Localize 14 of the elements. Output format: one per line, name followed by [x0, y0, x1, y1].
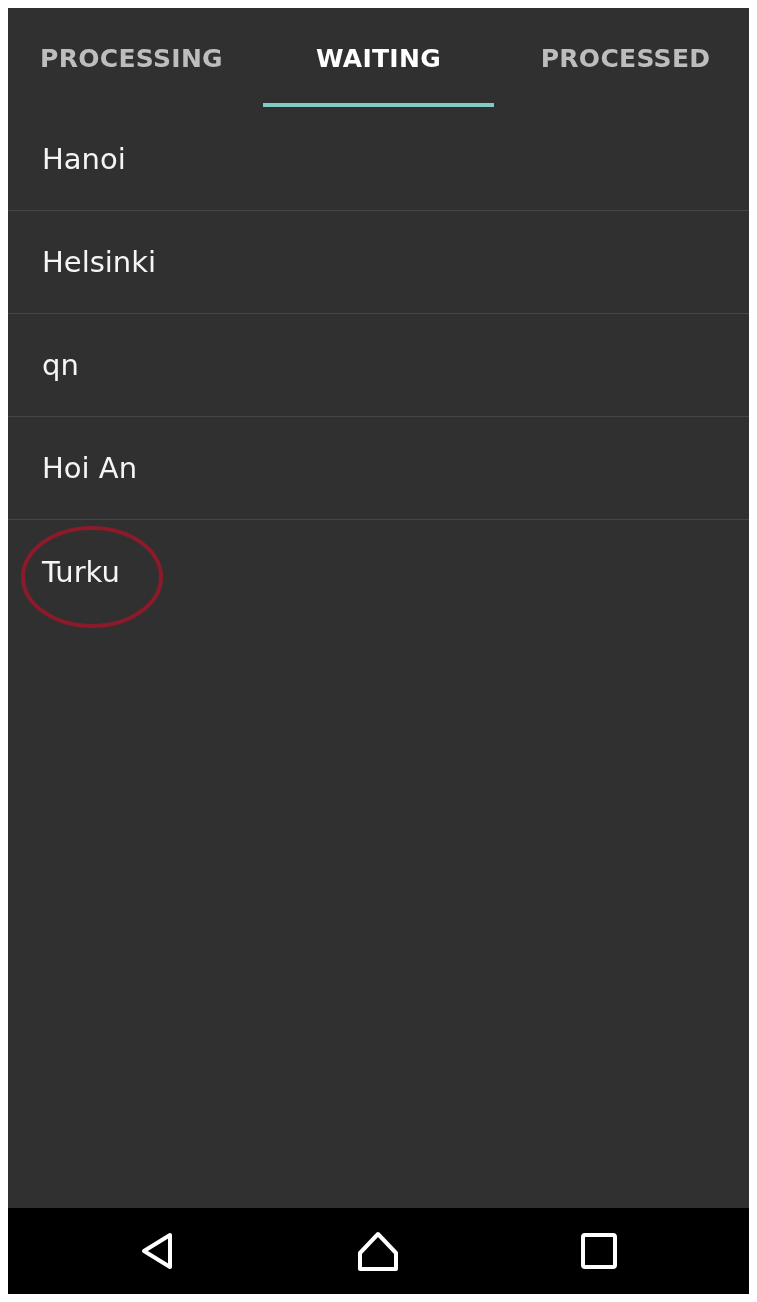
tab[interactable]: PROCESSING	[8, 8, 255, 108]
tab[interactable]: WAITING	[255, 8, 502, 108]
list-item[interactable]: Hoi An	[8, 417, 749, 520]
list-item[interactable]: Helsinki	[8, 211, 749, 314]
list-item[interactable]: Hanoi	[8, 108, 749, 211]
city-name: Helsinki	[42, 245, 157, 279]
home-icon[interactable]	[356, 1229, 401, 1273]
city-name: Turku	[42, 554, 120, 589]
city-name: Hanoi	[42, 142, 126, 176]
tab[interactable]: PROCESSED	[502, 8, 749, 108]
list-item[interactable]: Turku	[8, 520, 749, 623]
city-name: qn	[42, 348, 79, 382]
list-item[interactable]: qn	[8, 314, 749, 417]
city-name: Hoi An	[42, 451, 138, 485]
